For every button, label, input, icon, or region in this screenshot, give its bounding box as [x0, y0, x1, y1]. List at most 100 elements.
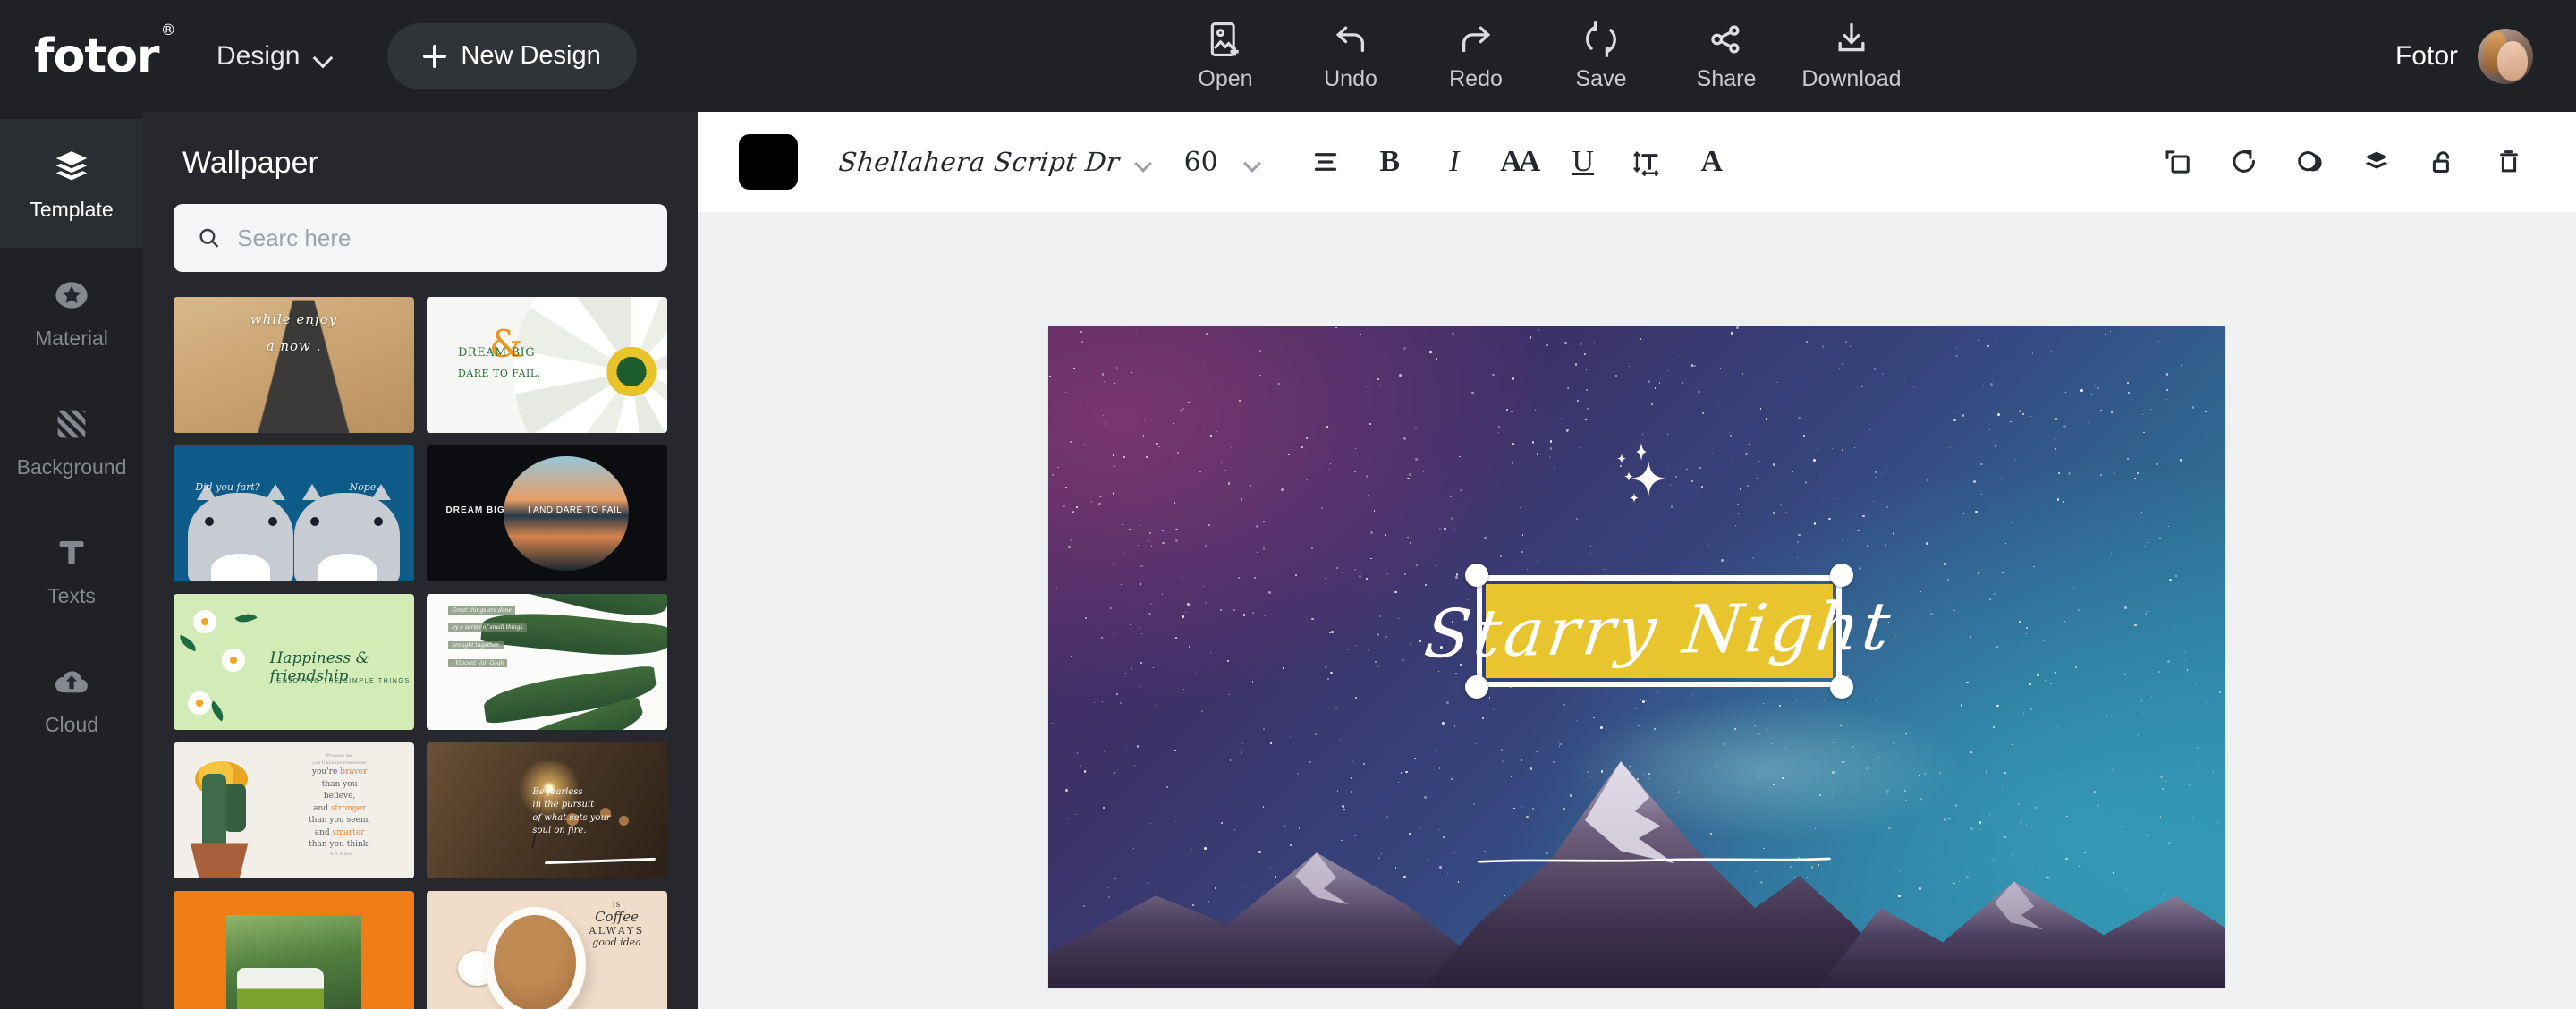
redo-arrow-icon	[1462, 26, 1491, 53]
sidebar-label-cloud: Cloud	[44, 712, 99, 736]
template-thumb-dark-dream[interactable]: DREAM BIG I AND DARE TO FAIL	[427, 445, 667, 581]
template-thumb-green-floral[interactable]: Happiness & friendship ENJOYING THE SIMP…	[174, 594, 414, 730]
thumb-text-block: Be fearless in the pursuit of what sets …	[532, 786, 657, 838]
underline-button[interactable]: U	[1551, 130, 1615, 194]
sidebar-item-texts[interactable]: Texts	[0, 505, 143, 634]
opacity-icon	[2298, 150, 2322, 172]
cactus-arm	[224, 783, 246, 833]
thumb-line-1: while enjoy	[250, 311, 338, 327]
letter-case-button[interactable]: AA	[1487, 130, 1551, 194]
text-color-swatch[interactable]	[739, 134, 798, 190]
avatar[interactable]	[2478, 28, 2533, 84]
share-button[interactable]: Share	[1664, 20, 1789, 92]
save-button[interactable]: Save	[1538, 20, 1664, 92]
quote-pre-1: Promise me	[326, 753, 353, 759]
template-thumb-cactus-quote[interactable]: Promise me you'll always remember you're…	[174, 742, 414, 878]
quote-line-1: Great things are done	[448, 606, 515, 615]
template-thumb-daisy-dream[interactable]: & DREAM BIG DARE TO FAIL.	[427, 297, 667, 433]
flower-icon	[192, 610, 216, 634]
sidebar-item-background[interactable]: Background	[0, 377, 143, 505]
undo-arrow-icon	[1335, 26, 1365, 53]
line-spacing-icon	[1633, 150, 1659, 176]
selection-edge-left	[1477, 574, 1483, 688]
selection-frame	[1477, 574, 1842, 688]
resize-handle-top-left[interactable]	[1465, 563, 1489, 587]
spacing-button[interactable]	[1615, 130, 1680, 194]
rotate-button[interactable]	[2211, 129, 2277, 195]
design-menu-label: Design	[216, 40, 301, 71]
share-nodes-icon	[1711, 25, 1740, 54]
search-box[interactable]	[174, 204, 667, 272]
text-color-button[interactable]: A	[1680, 130, 1744, 194]
rotate-icon	[2233, 149, 2256, 173]
open-label: Open	[1198, 66, 1253, 91]
font-family-select[interactable]: Shellahera Script Dr	[837, 147, 1152, 177]
plus-icon	[423, 44, 447, 68]
sidebar-item-material[interactable]: Material	[0, 248, 143, 377]
thumb-line-4: soul on fire.	[532, 826, 587, 836]
quote-author: - Vincent Van Gogh	[448, 658, 508, 667]
fotor-editor: fotor ® Design New Design Open Undo Redo…	[0, 0, 2576, 1009]
thumb-text-block: IS Coffee ALWAYS good idea	[573, 902, 660, 948]
brush-stroke-icon	[1478, 857, 1832, 863]
flower-icon	[221, 648, 245, 672]
redo-button[interactable]: Redo	[1413, 20, 1538, 92]
leaf-icon	[234, 608, 258, 628]
align-button[interactable]	[1293, 130, 1358, 194]
font-size-select[interactable]: 60	[1184, 147, 1261, 178]
text-format-toolbar: Shellahera Script Dr 60 B I AA U A	[698, 112, 2576, 212]
design-menu[interactable]: Design	[216, 41, 334, 72]
sync-save-icon	[1586, 21, 1616, 57]
thumb-line-1: DREAM BIG	[445, 504, 505, 515]
new-design-button[interactable]: New Design	[387, 22, 637, 89]
sidebar-rail: Template Material Background Texts Cloud	[0, 112, 143, 1009]
quote-l3: believe,	[323, 792, 356, 801]
download-button[interactable]: Download	[1789, 20, 1914, 92]
layers-icon	[2365, 151, 2388, 169]
sparkle-decoration[interactable]	[1607, 439, 1672, 513]
template-thumb-sparkler[interactable]: Be fearless in the pursuit of what sets …	[427, 742, 667, 878]
thumb-line-2: DARE TO FAIL.	[457, 368, 541, 380]
opacity-button[interactable]	[2277, 129, 2343, 195]
template-thumb-blue-cats[interactable]: Did you fart? Nope...	[174, 445, 414, 581]
brush-stroke-decoration[interactable]	[1478, 852, 1832, 863]
cat-right	[293, 483, 400, 581]
delete-button[interactable]	[2476, 129, 2542, 195]
underline-icon: U	[1572, 145, 1595, 178]
resize-handle-top-right[interactable]	[1829, 563, 1853, 587]
sidebar-item-cloud[interactable]: Cloud	[0, 634, 143, 763]
cat-eyes	[205, 516, 277, 526]
quote-l1b: braver	[340, 767, 368, 777]
layer-button[interactable]	[2343, 129, 2410, 195]
template-thumb-orange-van[interactable]	[174, 891, 414, 1009]
undo-button[interactable]: Undo	[1288, 20, 1413, 92]
object-actions	[2145, 129, 2542, 195]
text-t-icon	[59, 540, 84, 564]
redo-label: Redo	[1449, 66, 1503, 91]
italic-button[interactable]: I	[1422, 130, 1487, 194]
template-thumb-coffee[interactable]: IS Coffee ALWAYS good idea	[427, 891, 667, 1009]
selected-text-object[interactable]: Starry Night	[1420, 563, 1898, 700]
sidebar-item-template[interactable]: Template	[0, 119, 143, 248]
open-button[interactable]: Open	[1163, 20, 1288, 92]
sidebar-label-template: Template	[30, 197, 114, 221]
trademark-symbol: ®	[160, 21, 176, 40]
download-arrow-icon	[1838, 22, 1865, 52]
cat-bib	[211, 553, 271, 581]
template-thumb-plant-quote[interactable]: Great things are done by a series of sma…	[427, 594, 667, 730]
search-input[interactable]	[237, 224, 644, 252]
user-account[interactable]: Fotor	[2394, 28, 2533, 84]
template-thumb-desert-road[interactable]: while enjoy a now .	[174, 297, 414, 433]
thumb-line-2: Nope...	[349, 480, 386, 493]
brand-logo[interactable]: fotor ®	[0, 23, 208, 80]
design-canvas[interactable]: Starry Night	[1048, 326, 2225, 988]
layers-icon	[55, 150, 88, 180]
download-label: Download	[1801, 66, 1902, 91]
italic-icon: I	[1449, 145, 1460, 178]
user-name: Fotor	[2394, 40, 2458, 71]
duplicate-button[interactable]	[2145, 129, 2211, 195]
quote-block: Promise me you'll always remember you're…	[277, 753, 402, 858]
share-label: Share	[1696, 66, 1757, 91]
bold-button[interactable]: B	[1358, 130, 1422, 194]
lock-button[interactable]	[2410, 129, 2476, 195]
